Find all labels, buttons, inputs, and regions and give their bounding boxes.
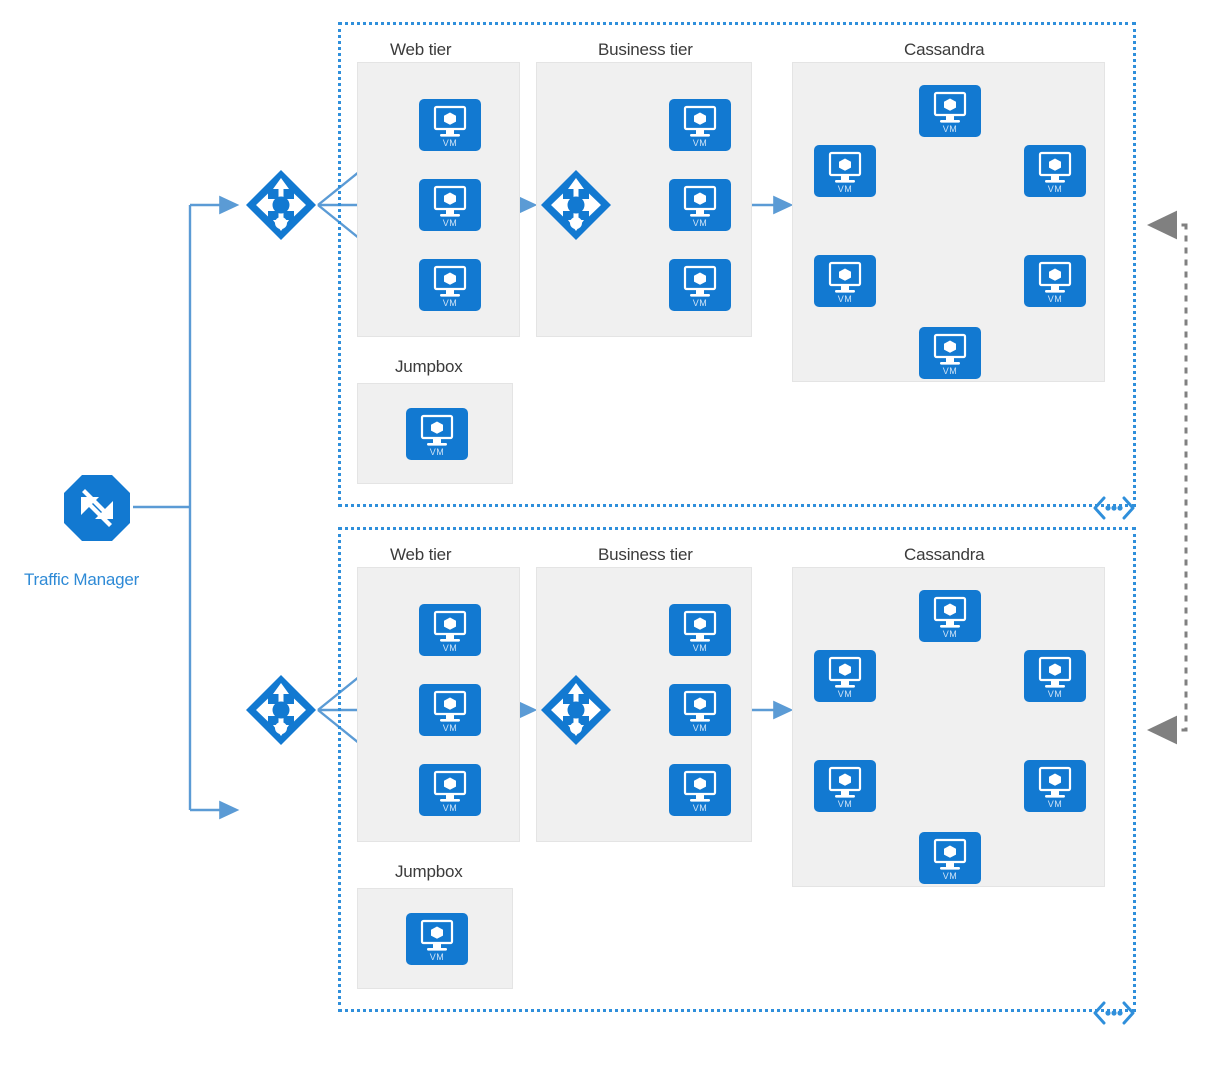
vm-business-region-1-1[interactable]: VM: [669, 99, 731, 151]
vm-label: VM: [1047, 799, 1063, 809]
vm-label: VM: [837, 689, 853, 699]
vm-label: VM: [1047, 294, 1063, 304]
vm-cassandra-region-1-bottom[interactable]: VM: [919, 327, 981, 379]
vm-cassandra-region-2-bottom[interactable]: VM: [919, 832, 981, 884]
traffic-manager-label: Traffic Manager: [24, 570, 140, 589]
label-jumpbox-region-1: Jumpbox: [395, 357, 463, 376]
vm-cassandra-region-1-top[interactable]: VM: [919, 85, 981, 137]
vm-label: VM: [692, 138, 708, 148]
vm-jumpbox-region-1[interactable]: VM: [406, 408, 468, 460]
vm-label: VM: [442, 138, 458, 148]
vm-business-region-2-1[interactable]: VM: [669, 604, 731, 656]
label-web-tier-region-2: Web tier: [390, 545, 452, 564]
vm-cassandra-region-1-lower-left[interactable]: VM: [814, 255, 876, 307]
vm-jumpbox-region-2[interactable]: VM: [406, 913, 468, 965]
vm-label: VM: [942, 366, 958, 376]
label-web-tier-region-1: Web tier: [390, 40, 452, 59]
vnet-peering-glyph: [1093, 1001, 1135, 1025]
vm-business-region-2-2[interactable]: VM: [669, 684, 731, 736]
vm-cassandra-region-2-upper-right[interactable]: VM: [1024, 650, 1086, 702]
load-balancer-business-region-1[interactable]: [539, 168, 613, 242]
vm-label: VM: [692, 803, 708, 813]
vm-label: VM: [942, 124, 958, 134]
cross-region-replication: [1147, 210, 1188, 745]
load-balancer-icon: [246, 675, 316, 745]
label-cassandra-region-1: Cassandra: [904, 40, 985, 59]
label-cassandra-region-2: Cassandra: [904, 545, 985, 564]
vm-label: VM: [1047, 184, 1063, 194]
vm-web-region-2-2[interactable]: VM: [419, 684, 481, 736]
vm-cassandra-region-2-lower-left[interactable]: VM: [814, 760, 876, 812]
vm-label: VM: [442, 803, 458, 813]
traffic-manager-connectors: [133, 195, 240, 820]
load-balancer-icon: [246, 170, 316, 240]
vm-label: VM: [1047, 689, 1063, 699]
vm-label: VM: [837, 184, 853, 194]
traffic-manager-icon[interactable]: [61, 472, 133, 544]
vm-label: VM: [442, 723, 458, 733]
vm-web-region-2-1[interactable]: VM: [419, 604, 481, 656]
vm-business-region-2-3[interactable]: VM: [669, 764, 731, 816]
load-balancer-web-region-1[interactable]: [244, 168, 318, 242]
load-balancer-web-region-2[interactable]: [244, 673, 318, 747]
vm-label: VM: [692, 218, 708, 228]
vm-label: VM: [442, 298, 458, 308]
vm-business-region-1-3[interactable]: VM: [669, 259, 731, 311]
vnet-peering-icon-region-1[interactable]: [1092, 495, 1136, 521]
vm-web-region-2-3[interactable]: VM: [419, 764, 481, 816]
load-balancer-business-region-2[interactable]: [539, 673, 613, 747]
vm-label: VM: [442, 643, 458, 653]
vm-cassandra-region-2-top[interactable]: VM: [919, 590, 981, 642]
label-business-tier-region-2: Business tier: [598, 545, 693, 564]
load-balancer-icon: [541, 675, 611, 745]
vm-cassandra-region-1-upper-left[interactable]: VM: [814, 145, 876, 197]
vnet-peering-glyph: [1093, 496, 1135, 520]
vm-label: VM: [837, 294, 853, 304]
vm-label: VM: [942, 871, 958, 881]
vm-label: VM: [942, 629, 958, 639]
vm-cassandra-region-2-lower-right[interactable]: VM: [1024, 760, 1086, 812]
vm-cassandra-region-1-upper-right[interactable]: VM: [1024, 145, 1086, 197]
vnet-peering-icon-region-2[interactable]: [1092, 1000, 1136, 1026]
vm-label: VM: [429, 447, 445, 457]
vm-web-region-1-2[interactable]: VM: [419, 179, 481, 231]
vm-label: VM: [837, 799, 853, 809]
load-balancer-icon: [541, 170, 611, 240]
label-jumpbox-region-2: Jumpbox: [395, 862, 463, 881]
vm-label: VM: [429, 952, 445, 962]
vm-business-region-1-2[interactable]: VM: [669, 179, 731, 231]
vm-cassandra-region-2-upper-left[interactable]: VM: [814, 650, 876, 702]
vm-label: VM: [442, 218, 458, 228]
vm-web-region-1-1[interactable]: VM: [419, 99, 481, 151]
architecture-diagram: Web tier Business tier Cassandra Jumpbox…: [0, 0, 1213, 1069]
vm-web-region-1-3[interactable]: VM: [419, 259, 481, 311]
traffic-manager-glyph: [64, 475, 130, 541]
vm-label: VM: [692, 723, 708, 733]
vm-label: VM: [692, 643, 708, 653]
vm-label: VM: [692, 298, 708, 308]
vm-cassandra-region-1-lower-right[interactable]: VM: [1024, 255, 1086, 307]
label-business-tier-region-1: Business tier: [598, 40, 693, 59]
